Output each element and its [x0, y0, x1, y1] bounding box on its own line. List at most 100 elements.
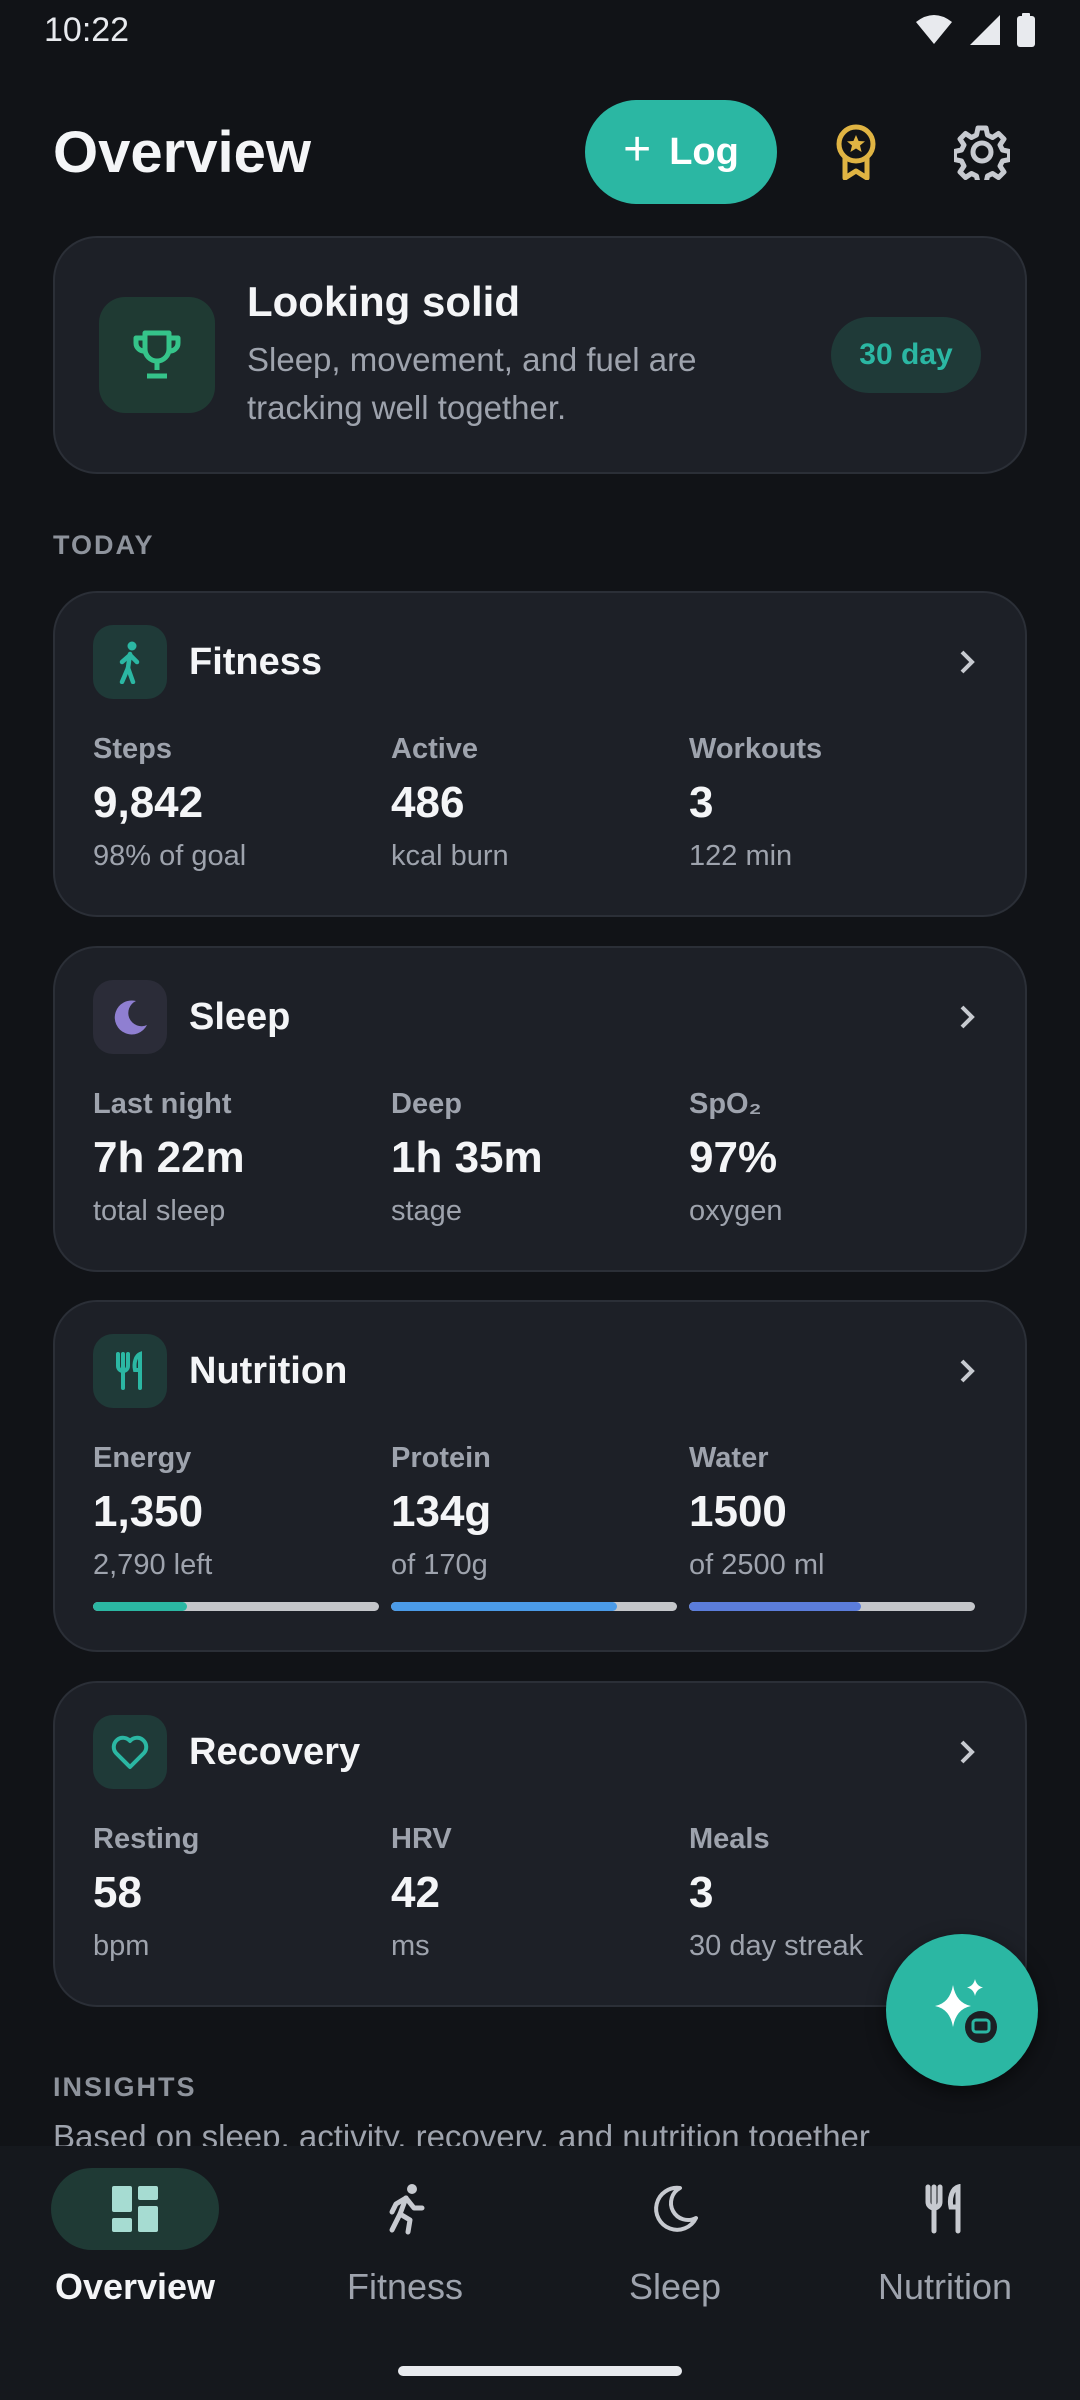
stats-row: Resting 58 bpm HRV 42 ms Meals 3 30 day …	[93, 1823, 987, 1963]
sleep-card[interactable]: Sleep Last night 7h 22m total sleep Deep…	[53, 946, 1027, 1272]
section-label-today: TODAY	[53, 530, 155, 560]
nav-item-sleep[interactable]: Sleep	[540, 2146, 810, 2400]
card-title: Recovery	[189, 1730, 361, 1773]
stat-value: 42	[391, 1868, 440, 1917]
log-button[interactable]: + Log	[585, 100, 777, 204]
status-icons	[914, 13, 1036, 47]
stat-sub: kcal burn	[391, 840, 509, 872]
card-header: Sleep	[93, 980, 987, 1054]
stat-spo2: SpO₂ 97% oxygen	[689, 1088, 987, 1228]
card-icon-tile	[93, 1334, 167, 1408]
stat-deep: Deep 1h 35m stage	[391, 1088, 689, 1228]
stat-last-night: Last night 7h 22m total sleep	[93, 1088, 391, 1228]
stat-sub: stage	[391, 1195, 462, 1227]
stat-protein: Protein 134g of 170g	[391, 1442, 689, 1611]
stat-label: HRV	[391, 1823, 452, 1855]
trophy-icon	[133, 330, 181, 379]
stat-value: 97%	[689, 1133, 778, 1182]
card-title: Fitness	[189, 640, 323, 683]
chevron-right-icon[interactable]	[947, 997, 987, 1037]
stat-value: 1,350	[93, 1487, 204, 1536]
summary-text: Looking solid Sleep, movement, and fuel …	[247, 278, 831, 432]
card-header: Fitness	[93, 625, 987, 699]
trophy-tile	[99, 297, 215, 413]
stat-label: Water	[689, 1442, 769, 1474]
recovery-card[interactable]: Recovery Resting 58 bpm HRV 42 ms Meals …	[53, 1681, 1027, 2007]
stats-row: Last night 7h 22m total sleep Deep 1h 35…	[93, 1088, 987, 1228]
fork-knife-icon	[925, 2184, 961, 2234]
card-icon-tile	[93, 1715, 167, 1789]
card-header: Nutrition	[93, 1334, 987, 1408]
chevron-right-icon[interactable]	[947, 642, 987, 682]
battery-icon	[1017, 13, 1035, 47]
walking-icon	[119, 641, 140, 684]
stat-label: Protein	[391, 1442, 491, 1474]
stat-sub: bpm	[93, 1930, 150, 1962]
sparkle-chat-icon	[935, 1979, 997, 2043]
card-title: Sleep	[189, 995, 291, 1038]
nav-item-fitness[interactable]: Fitness	[270, 2146, 540, 2400]
bottom-nav: Overview Fitness Sleep Nutrition	[0, 2146, 1080, 2400]
signal-icon	[970, 15, 1000, 45]
nav-item-nutrition[interactable]: Nutrition	[810, 2146, 1080, 2400]
stat-sub: 2,790 left	[93, 1549, 213, 1581]
stats-row: Energy 1,350 2,790 left Protein 134g of …	[93, 1442, 987, 1611]
stat-active: Active 486 kcal burn	[391, 733, 689, 873]
award-icon	[836, 124, 876, 180]
nav-pill	[51, 2168, 219, 2250]
ai-assistant-fab[interactable]	[886, 1934, 1038, 2086]
stat-sub: oxygen	[689, 1195, 783, 1227]
stat-value: 1500	[689, 1487, 787, 1536]
stat-label: Resting	[93, 1823, 200, 1855]
nav-item-overview[interactable]: Overview	[0, 2146, 270, 2400]
energy-progress-bar	[93, 1602, 379, 1611]
stat-sub: ms	[391, 1930, 430, 1962]
progress-fill	[391, 1602, 617, 1611]
stat-value: 134g	[391, 1487, 492, 1536]
stat-label: Steps	[93, 733, 172, 765]
stat-value: 1h 35m	[391, 1133, 543, 1182]
fork-knife-icon	[116, 1351, 142, 1390]
gear-icon	[954, 125, 1010, 180]
nav-pill	[321, 2168, 489, 2250]
stats-row: Steps 9,842 98% of goal Active 486 kcal …	[93, 733, 987, 873]
nutrition-card[interactable]: Nutrition Energy 1,350 2,790 left Protei…	[53, 1300, 1027, 1652]
stat-sub: total sleep	[93, 1195, 226, 1227]
chevron-right-icon[interactable]	[947, 1732, 987, 1772]
award-button[interactable]	[811, 107, 901, 197]
summary-title: Looking solid	[247, 278, 520, 325]
protein-progress-bar	[391, 1602, 677, 1611]
fitness-card[interactable]: Fitness Steps 9,842 98% of goal Active 4…	[53, 591, 1027, 917]
nav-label: Overview	[54, 2266, 216, 2307]
stat-sub: 98% of goal	[93, 840, 247, 872]
stat-value: 3	[689, 1868, 714, 1917]
wifi-icon	[916, 15, 952, 44]
status-bar: 10:22	[0, 0, 1080, 60]
chevron-right-icon[interactable]	[947, 1351, 987, 1391]
settings-button[interactable]	[937, 107, 1027, 197]
running-icon	[389, 2184, 425, 2235]
dashboard-icon	[112, 2186, 158, 2232]
stat-value: 486	[391, 778, 465, 827]
stat-value: 3	[689, 778, 714, 827]
stat-label: Deep	[391, 1088, 462, 1120]
stat-hrv: HRV 42 ms	[391, 1823, 689, 1963]
stat-label: Energy	[93, 1442, 192, 1474]
progress-fill	[93, 1602, 188, 1611]
nav-label: Nutrition	[877, 2266, 1013, 2307]
stat-label: Last night	[93, 1088, 232, 1120]
card-icon-tile	[93, 625, 167, 699]
stat-sub: 122 min	[689, 840, 793, 872]
header: Overview + Log	[53, 100, 1027, 204]
stat-water: Water 1500 of 2500 ml	[689, 1442, 987, 1611]
summary-card[interactable]: Looking solid Sleep, movement, and fuel …	[53, 236, 1027, 474]
plus-icon: +	[623, 123, 652, 176]
water-progress-bar	[689, 1602, 975, 1611]
home-indicator[interactable]	[398, 2366, 682, 2376]
stat-steps: Steps 9,842 98% of goal	[93, 733, 391, 873]
stat-label: Workouts	[689, 733, 823, 765]
moon-icon	[114, 1000, 147, 1035]
stat-value: 58	[93, 1868, 142, 1917]
card-icon-tile	[93, 980, 167, 1054]
heart-icon	[111, 1735, 149, 1769]
